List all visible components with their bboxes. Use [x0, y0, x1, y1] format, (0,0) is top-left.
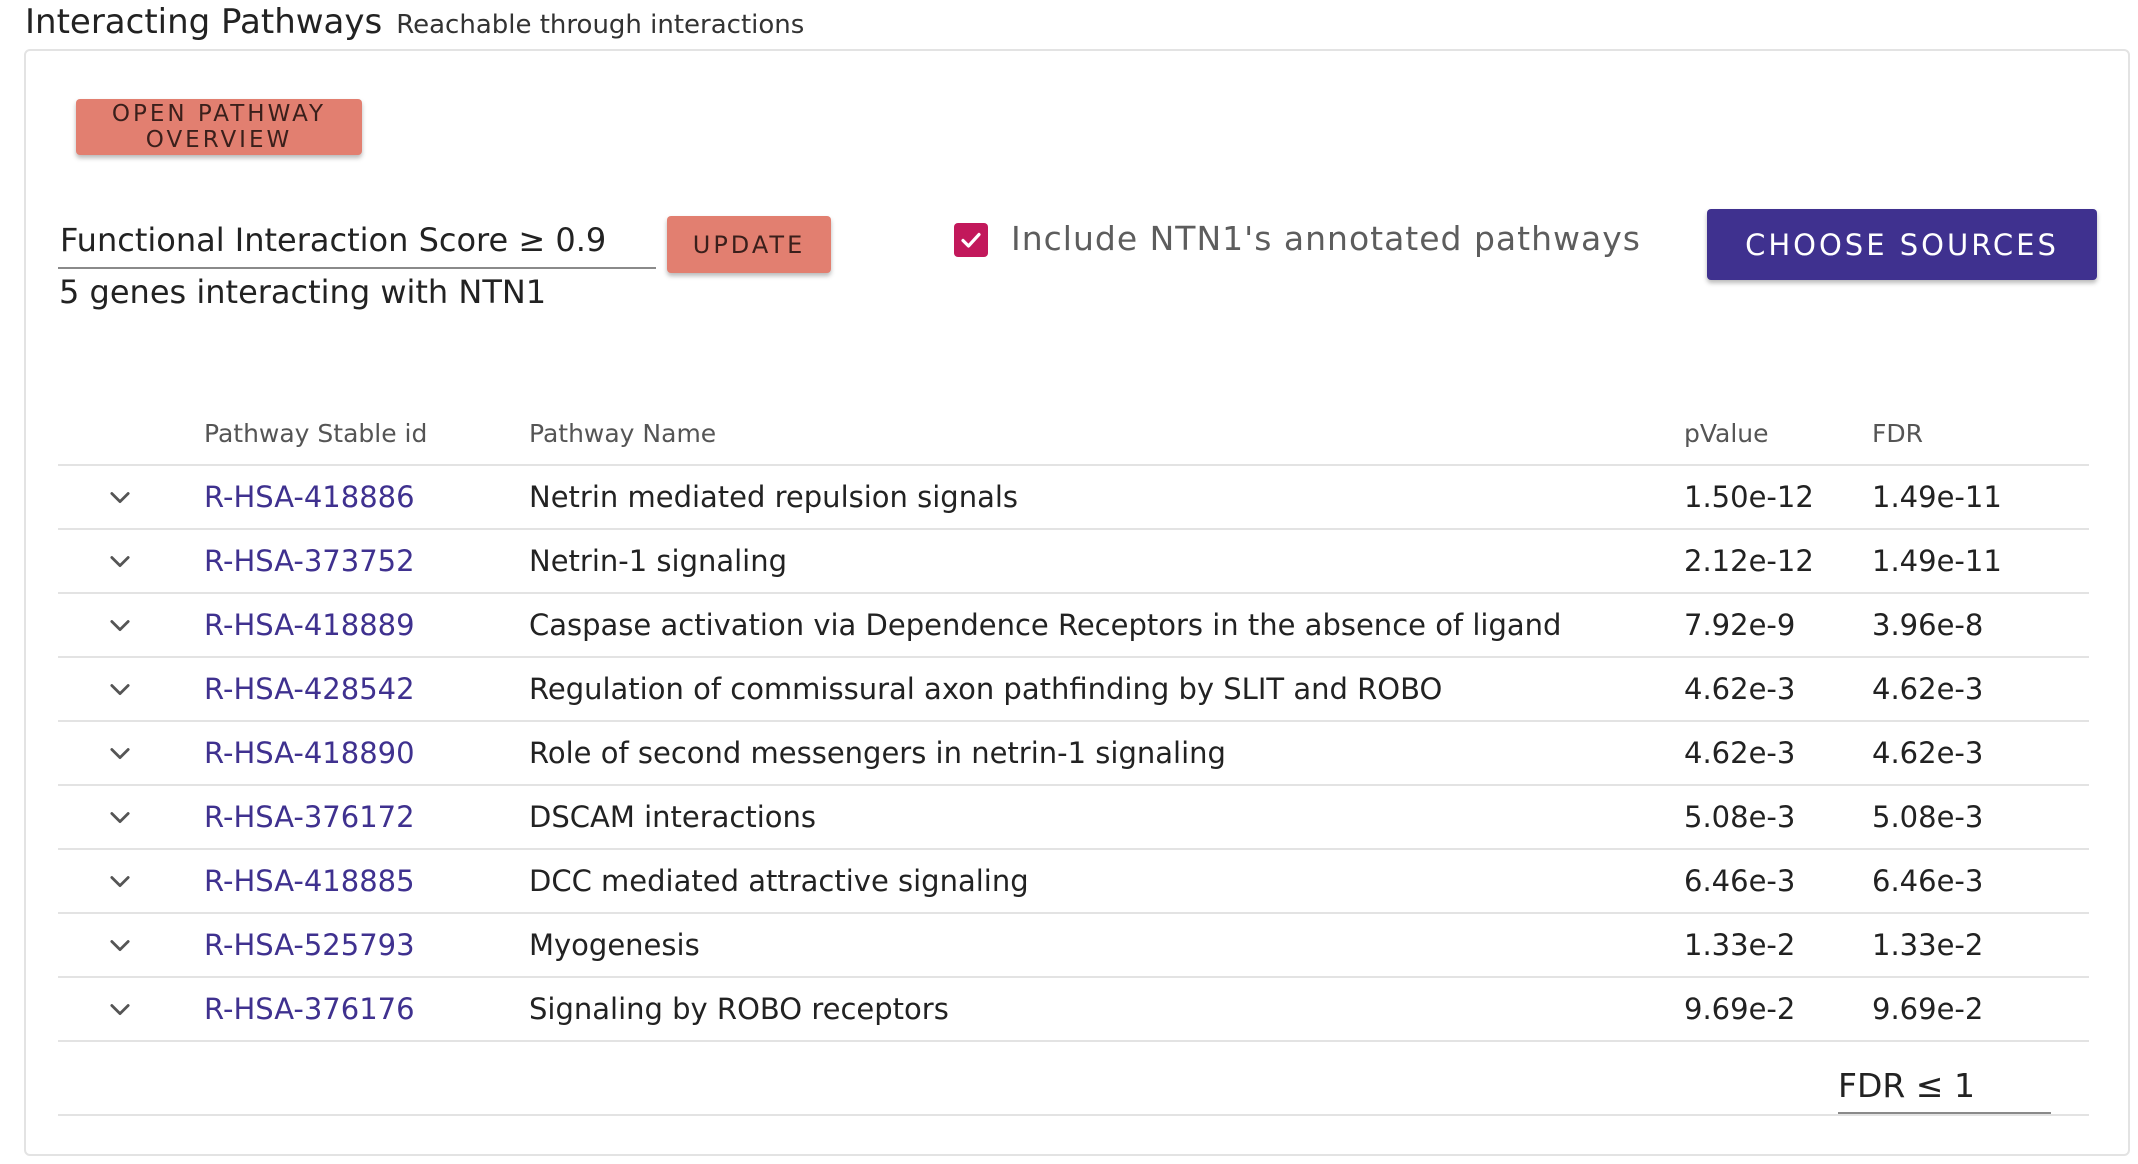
checkmark-icon	[961, 232, 981, 248]
pathway-id-link[interactable]: R-HSA-376176	[204, 978, 415, 1040]
pvalue-cell: 4.62e-3	[1684, 672, 1796, 706]
fdr-cell: 5.08e-3	[1872, 800, 1984, 834]
expand-row-button[interactable]	[100, 530, 140, 592]
section-title: Interacting Pathways	[25, 2, 383, 42]
pvalue-cell: 2.12e-12	[1684, 544, 1814, 578]
interaction-score-field[interactable]: Functional Interaction Score ≥ 0.9	[58, 213, 656, 269]
pathway-name: DSCAM interactions	[529, 800, 817, 834]
expand-row-button[interactable]	[100, 850, 140, 912]
fdr-cell: 4.62e-3	[1872, 736, 1984, 770]
update-button[interactable]: UPDATE	[667, 216, 831, 273]
pathway-name: Netrin-1 signaling	[529, 544, 788, 578]
pathway-name: Signaling by ROBO receptors	[529, 992, 949, 1026]
pathway-id-link[interactable]: R-HSA-418885	[204, 850, 415, 912]
table-footer-divider	[58, 1114, 2089, 1116]
interacting-pathways-card: OPEN PATHWAY OVERVIEW Functional Interac…	[24, 49, 2130, 1156]
fdr-cell: 1.49e-11	[1872, 544, 2002, 578]
expand-row-button[interactable]	[100, 594, 140, 656]
include-annotated-label[interactable]: Include NTN1's annotated pathways	[1011, 219, 1641, 258]
chevron-down-icon	[110, 940, 130, 952]
expand-row-button[interactable]	[100, 978, 140, 1040]
pathway-name: Role of second messengers in netrin-1 si…	[529, 736, 1226, 770]
pvalue-cell: 1.33e-2	[1684, 928, 1796, 962]
chevron-down-icon	[110, 812, 130, 824]
fdr-cell: 6.46e-3	[1872, 864, 1984, 898]
pathway-name: Regulation of commissural axon pathfindi…	[529, 672, 1443, 706]
fdr-cell: 3.96e-8	[1872, 608, 1984, 642]
chevron-down-icon	[110, 1004, 130, 1016]
chevron-down-icon	[110, 748, 130, 760]
header-pathway-name[interactable]: Pathway Name	[529, 403, 716, 464]
table-row: R-HSA-418890 Role of second messengers i…	[58, 722, 2089, 786]
header-fdr[interactable]: FDR	[1872, 403, 1923, 464]
expand-row-button[interactable]	[100, 786, 140, 848]
fdr-filter-field[interactable]: FDR ≤ 1	[1838, 1059, 2051, 1114]
chevron-down-icon	[110, 492, 130, 504]
pathway-id-link[interactable]: R-HSA-418889	[204, 594, 415, 656]
table-row: R-HSA-376176 Signaling by ROBO receptors…	[58, 978, 2089, 1042]
pvalue-cell: 7.92e-9	[1684, 608, 1796, 642]
chevron-down-icon	[110, 684, 130, 696]
include-annotated-checkbox[interactable]	[954, 223, 988, 257]
pathway-name: Myogenesis	[529, 928, 700, 962]
pvalue-cell: 5.08e-3	[1684, 800, 1796, 834]
fdr-cell: 9.69e-2	[1872, 992, 1984, 1026]
section-header: Interacting Pathways Reachable through in…	[25, 2, 804, 42]
table-row: R-HSA-373752 Netrin-1 signaling 2.12e-12…	[58, 530, 2089, 594]
expand-row-button[interactable]	[100, 466, 140, 528]
header-pvalue[interactable]: pValue	[1684, 403, 1769, 464]
pvalue-cell: 4.62e-3	[1684, 736, 1796, 770]
pathway-id-link[interactable]: R-HSA-418890	[204, 722, 415, 784]
table-header: Pathway Stable id Pathway Name pValue FD…	[58, 403, 2089, 466]
genes-interacting-text: 5 genes interacting with NTN1	[59, 273, 547, 311]
pathways-table: Pathway Stable id Pathway Name pValue FD…	[58, 403, 2089, 1042]
open-pathway-overview-button[interactable]: OPEN PATHWAY OVERVIEW	[76, 99, 362, 155]
expand-row-button[interactable]	[100, 722, 140, 784]
section-subtitle: Reachable through interactions	[396, 10, 805, 40]
table-row: R-HSA-428542 Regulation of commissural a…	[58, 658, 2089, 722]
pathway-id-link[interactable]: R-HSA-428542	[204, 658, 415, 720]
pathway-id-link[interactable]: R-HSA-418886	[204, 466, 415, 528]
fdr-cell: 1.33e-2	[1872, 928, 1984, 962]
pathway-name: Netrin mediated repulsion signals	[529, 480, 1019, 514]
fdr-cell: 4.62e-3	[1872, 672, 1984, 706]
table-row: R-HSA-376172 DSCAM interactions 5.08e-3 …	[58, 786, 2089, 850]
chevron-down-icon	[110, 620, 130, 632]
table-row: R-HSA-525793 Myogenesis 1.33e-2 1.33e-2	[58, 914, 2089, 978]
pathway-name: DCC mediated attractive signaling	[529, 864, 1029, 898]
pvalue-cell: 6.46e-3	[1684, 864, 1796, 898]
table-row: R-HSA-418886 Netrin mediated repulsion s…	[58, 466, 2089, 530]
pathway-name: Caspase activation via Dependence Recept…	[529, 608, 1562, 642]
chevron-down-icon	[110, 876, 130, 888]
choose-sources-button[interactable]: CHOOSE SOURCES	[1707, 209, 2097, 280]
pathway-id-link[interactable]: R-HSA-525793	[204, 914, 415, 976]
expand-row-button[interactable]	[100, 658, 140, 720]
table-row: R-HSA-418885 DCC mediated attractive sig…	[58, 850, 2089, 914]
pvalue-cell: 9.69e-2	[1684, 992, 1796, 1026]
expand-row-button[interactable]	[100, 914, 140, 976]
table-row: R-HSA-418889 Caspase activation via Depe…	[58, 594, 2089, 658]
header-stable-id[interactable]: Pathway Stable id	[204, 403, 427, 464]
pathway-id-link[interactable]: R-HSA-373752	[204, 530, 415, 592]
pvalue-cell: 1.50e-12	[1684, 480, 1814, 514]
fdr-cell: 1.49e-11	[1872, 480, 2002, 514]
chevron-down-icon	[110, 556, 130, 568]
pathway-id-link[interactable]: R-HSA-376172	[204, 786, 415, 848]
